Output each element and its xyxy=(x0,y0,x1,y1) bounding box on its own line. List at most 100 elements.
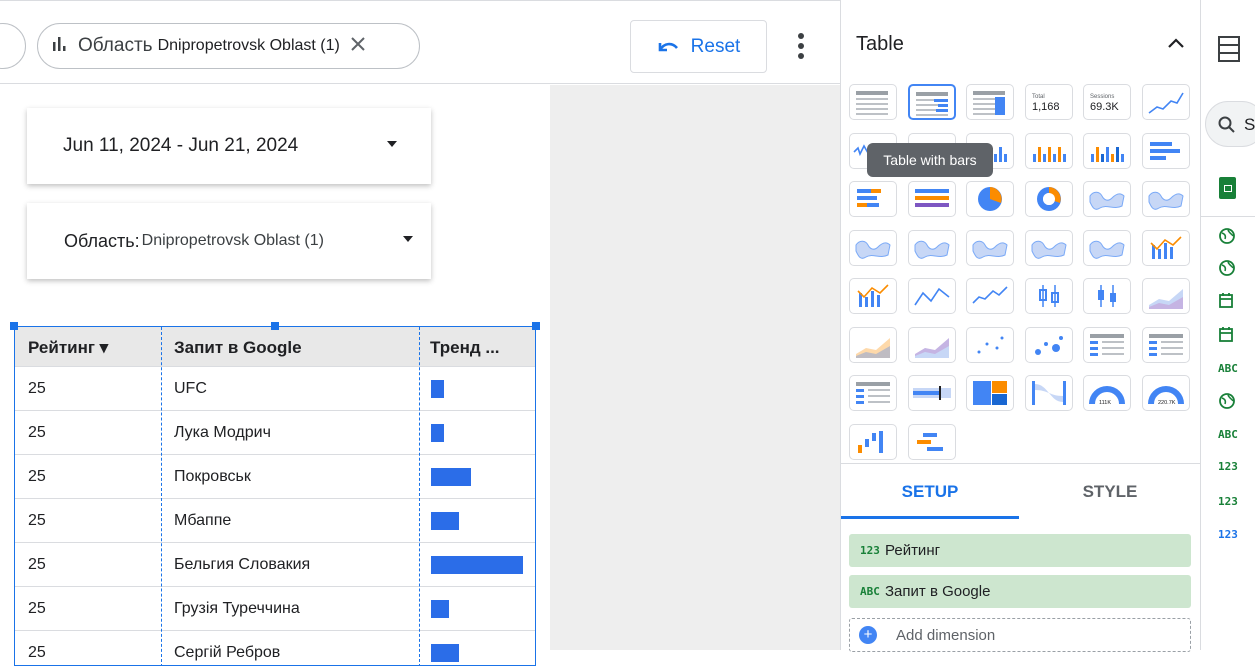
stacked-bar-100-icon[interactable] xyxy=(907,181,956,217)
rank-cell: 25 xyxy=(28,644,46,661)
geo-map-icon[interactable] xyxy=(1083,181,1131,217)
trend-bar xyxy=(431,468,471,486)
data-table[interactable]: Рейтинг ▾ Запит в Google Тренд ... 25 UFC… xyxy=(14,326,536,666)
rank-cell: 25 xyxy=(28,600,46,617)
sparkline-icon[interactable] xyxy=(1141,84,1190,120)
table-row: 25 Мбаппе xyxy=(15,499,535,543)
candlestick-icon[interactable] xyxy=(1024,278,1073,314)
gauge-icon[interactable]: 111K xyxy=(1083,375,1131,411)
table-with-bars-icon[interactable] xyxy=(907,84,956,120)
dimension-field-query[interactable]: ABC Запит в Google xyxy=(849,575,1191,608)
pie-chart-icon[interactable] xyxy=(966,181,1014,217)
canvas-margin xyxy=(550,85,840,650)
dropdown-arrow-icon xyxy=(403,236,413,242)
column-divider xyxy=(161,327,162,665)
stacked-bar-icon[interactable] xyxy=(849,181,897,217)
combo-stacked-icon[interactable] xyxy=(849,278,897,314)
reset-label: Reset xyxy=(690,35,741,57)
query-cell: Лука Модрич xyxy=(174,424,271,441)
date-range-control[interactable]: Jun 11, 2024 - Jun 21, 2024 xyxy=(27,108,431,184)
text-field-icon: ABC xyxy=(1218,362,1238,375)
line-map-icon[interactable] xyxy=(966,229,1014,266)
heatmap-map-icon[interactable] xyxy=(907,229,956,266)
number-field-icon: 123 xyxy=(1218,460,1238,473)
add-dimension-label: Add dimension xyxy=(896,626,996,644)
smoothed-line-icon[interactable] xyxy=(966,278,1014,314)
search-letter: S xyxy=(1244,115,1255,134)
tab-style[interactable]: STYLE xyxy=(1021,464,1199,519)
close-icon[interactable] xyxy=(350,36,366,57)
table-row: 25 Лука Модрич xyxy=(15,411,535,455)
combo-chart-icon[interactable] xyxy=(1141,229,1190,266)
text-field-icon: ABC xyxy=(1218,428,1238,441)
data-sidebar: S ABC ABC 123 123 123 xyxy=(1200,0,1255,650)
query-cell: Сергій Ребров xyxy=(174,644,281,661)
waterfall-icon[interactable] xyxy=(849,423,897,460)
table-heatmap-icon[interactable] xyxy=(966,84,1014,120)
filter-chip-region[interactable]: Область Dnipropetrovsk Oblast (1) xyxy=(37,23,420,69)
column-divider xyxy=(419,327,420,665)
svg-text:220.7K: 220.7K xyxy=(1158,400,1176,406)
table-row: 25 UFC xyxy=(15,367,535,411)
sankey-icon[interactable] xyxy=(1024,375,1073,411)
resize-handle[interactable] xyxy=(10,322,18,330)
panel-tabs: SETUP STYLE xyxy=(841,463,1201,519)
filter-chip-label: Область xyxy=(78,35,153,56)
pivot-heatmap-icon[interactable] xyxy=(1141,326,1190,363)
reset-button[interactable]: Reset xyxy=(630,20,767,73)
treemap-icon[interactable] xyxy=(966,375,1014,411)
pivot-table-icon[interactable] xyxy=(1083,326,1131,363)
area-100-icon[interactable] xyxy=(907,326,956,363)
number-field-icon: 123 xyxy=(1218,528,1238,541)
data-panel-icon[interactable] xyxy=(1218,36,1240,67)
stacked-column-icon[interactable] xyxy=(1024,132,1073,169)
field-search[interactable]: S xyxy=(1205,101,1255,147)
trend-bar xyxy=(431,512,459,530)
stacked-area-icon[interactable] xyxy=(849,326,897,363)
bubble-map-icon[interactable] xyxy=(1083,229,1131,266)
filter-chip-previous[interactable] xyxy=(0,23,26,69)
candlestick-filled-icon[interactable] xyxy=(1083,278,1131,314)
bubble-icon[interactable] xyxy=(1024,326,1073,363)
rank-cell: 25 xyxy=(28,380,46,397)
scatter-icon[interactable] xyxy=(966,326,1014,363)
more-vert-icon[interactable] xyxy=(793,31,809,61)
column-header-trend[interactable]: Тренд ... xyxy=(430,327,500,367)
geo-field-icon xyxy=(1219,393,1235,414)
panel-title: Table xyxy=(856,33,904,55)
column-header-query[interactable]: Запит в Google xyxy=(174,327,302,367)
line-chart-icon[interactable] xyxy=(907,278,956,314)
bullet-chart-icon[interactable] xyxy=(907,375,956,411)
pivot-bars-icon[interactable] xyxy=(849,375,897,411)
donut-chart-icon[interactable] xyxy=(1024,181,1073,217)
add-dimension-button[interactable]: + Add dimension xyxy=(849,618,1191,652)
undo-icon xyxy=(658,42,678,51)
grouped-column-icon[interactable] xyxy=(1083,132,1131,169)
timeline-icon[interactable] xyxy=(907,423,956,460)
filled-map-icon[interactable] xyxy=(1024,229,1073,266)
table-icon[interactable] xyxy=(849,84,897,120)
resize-handle[interactable] xyxy=(532,322,540,330)
trend-bar xyxy=(431,380,444,398)
svg-text:111K: 111K xyxy=(1099,400,1111,406)
chevron-up-icon[interactable] xyxy=(1167,36,1185,54)
rank-cell: 25 xyxy=(28,556,46,573)
rank-cell: 25 xyxy=(28,512,46,529)
resize-handle[interactable] xyxy=(271,322,279,330)
metric-field-rank[interactable]: 123 Рейтинг xyxy=(849,534,1191,567)
column-header-rank[interactable]: Рейтинг ▾ xyxy=(28,327,108,367)
area-chart-icon[interactable] xyxy=(1141,278,1190,314)
field-label: Запит в Google xyxy=(885,583,991,600)
tab-setup[interactable]: SETUP xyxy=(841,464,1019,519)
bar-chart-icon[interactable] xyxy=(1141,132,1190,169)
region-filter-value: Dnipropetrovsk Oblast (1) xyxy=(141,232,324,249)
gauge-target-icon[interactable]: 220.7K xyxy=(1141,375,1190,411)
google-map-icon[interactable] xyxy=(849,229,897,266)
query-cell: Покровськ xyxy=(174,468,251,485)
trend-bar xyxy=(431,600,449,618)
region-filter-control[interactable]: Область: Dnipropetrovsk Oblast (1) xyxy=(27,203,431,279)
geo-chart-icon[interactable] xyxy=(1141,181,1190,217)
scorecard-sessions-icon[interactable]: Sessions 69.3K xyxy=(1083,84,1131,120)
properties-panel: Table Total 1,168 Sessions 69.3K 111K 220.7K … xyxy=(840,0,1201,652)
scorecard-total-icon[interactable]: Total 1,168 xyxy=(1024,84,1073,120)
